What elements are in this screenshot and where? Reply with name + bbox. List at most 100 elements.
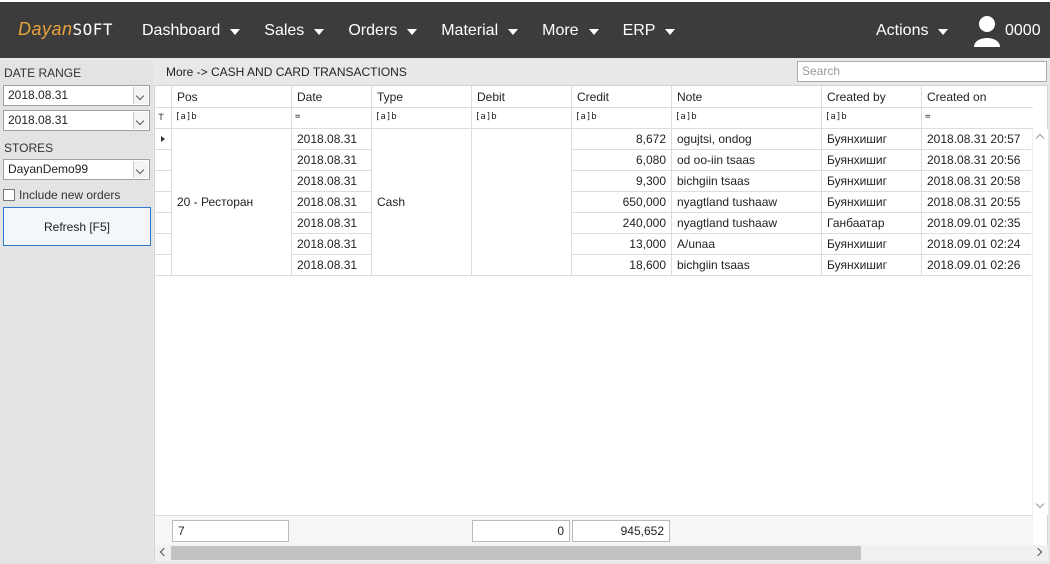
filter-created-by[interactable]: [a]b [821, 108, 921, 129]
row-indicator[interactable] [155, 171, 171, 192]
row-indicator[interactable] [155, 150, 171, 171]
cell-date[interactable]: 2018.08.31 [291, 234, 371, 255]
date-from-value: 2018.08.31 [8, 88, 69, 102]
column-header-type[interactable]: Type [371, 86, 471, 108]
user-menu[interactable]: 0000 [973, 15, 1041, 47]
row-indicator[interactable] [155, 192, 171, 213]
footer-credit-total: 945,652 [572, 520, 670, 542]
cell-credit[interactable]: 650,000 [571, 192, 671, 213]
search-input[interactable]: Search [797, 61, 1047, 82]
cell-note[interactable]: nyagtland tushaaw [671, 192, 821, 213]
column-header-note[interactable]: Note [671, 86, 821, 108]
column-header-debit[interactable]: Debit [471, 86, 571, 108]
filter-note[interactable]: [a]b [671, 108, 821, 129]
footer-debit-total: 0 [472, 520, 570, 542]
cell-credit[interactable]: 9,300 [571, 171, 671, 192]
store-select[interactable]: DayanDemo99 [3, 159, 150, 180]
date-to-select[interactable]: 2018.08.31 [3, 110, 150, 131]
type-cell-merged[interactable]: Cash [371, 129, 471, 276]
filter-icon[interactable]: ⊤ [155, 108, 171, 129]
user-avatar-icon [974, 16, 1000, 47]
refresh-button[interactable]: Refresh [F5] [3, 207, 151, 246]
actions-label: Actions [876, 22, 929, 39]
debit-cell-merged[interactable] [471, 129, 571, 276]
filter-debit[interactable]: [a]b [471, 108, 571, 129]
nav-sales[interactable]: Sales [264, 22, 325, 40]
chevron-down-icon[interactable] [133, 112, 148, 129]
cell-credit[interactable]: 18,600 [571, 255, 671, 276]
cell-created-on[interactable]: 2018.08.31 20:58 [921, 171, 1031, 192]
filter-date[interactable]: = [291, 108, 371, 129]
cell-created-by[interactable]: Ганбаатар [821, 213, 921, 234]
row-indicator[interactable] [155, 213, 171, 234]
filter-created-on[interactable]: = [921, 108, 1031, 129]
row-indicator[interactable] [155, 234, 171, 255]
vertical-scrollbar[interactable] [1032, 129, 1048, 515]
cell-date[interactable]: 2018.08.31 [291, 129, 371, 150]
logo-text-dayan: Dayan [18, 19, 73, 39]
cell-credit[interactable]: 8,672 [571, 129, 671, 150]
filter-panel: DATE RANGE 2018.08.31 2018.08.31 STORES … [0, 60, 153, 564]
row-indicator[interactable] [155, 129, 171, 150]
cell-created-on[interactable]: 2018.08.31 20:56 [921, 150, 1031, 171]
cell-date[interactable]: 2018.08.31 [291, 150, 371, 171]
nav-material[interactable]: Material [441, 22, 519, 40]
cell-note[interactable]: od oo-iin tsaas [671, 150, 821, 171]
column-header-created-by[interactable]: Created by [821, 86, 921, 108]
chevron-down-icon[interactable] [133, 87, 148, 104]
cell-created-on[interactable]: 2018.09.01 02:35 [921, 213, 1031, 234]
cell-note[interactable]: ogujtsi, ondog [671, 129, 821, 150]
cell-created-by[interactable]: Буянхишиг [821, 234, 921, 255]
scroll-up-icon[interactable] [1035, 133, 1045, 143]
cell-created-by[interactable]: Буянхишиг [821, 192, 921, 213]
actions-menu[interactable]: Actions [876, 22, 949, 40]
scroll-down-icon[interactable] [1035, 499, 1045, 509]
cell-date[interactable]: 2018.08.31 [291, 255, 371, 276]
cell-note[interactable]: bichgiin tsaas [671, 255, 821, 276]
nav-erp[interactable]: ERP [623, 22, 676, 40]
date-range-label: DATE RANGE [4, 66, 82, 80]
app-logo[interactable]: DayanSOFT [18, 19, 113, 40]
nav-material-label: Material [441, 22, 499, 39]
column-header-date[interactable]: Date [291, 86, 371, 108]
include-new-orders-label: Include new orders [19, 188, 121, 202]
cell-created-on[interactable]: 2018.09.01 02:24 [921, 234, 1031, 255]
cell-date[interactable]: 2018.08.31 [291, 213, 371, 234]
date-from-select[interactable]: 2018.08.31 [3, 85, 150, 106]
checkbox-box[interactable] [3, 189, 15, 201]
pos-cell-merged[interactable]: 20 - Ресторан [171, 129, 291, 276]
cell-credit[interactable]: 6,080 [571, 150, 671, 171]
column-header-pos[interactable]: Pos [171, 86, 291, 108]
cell-created-on[interactable]: 2018.09.01 02:26 [921, 255, 1031, 276]
cell-note[interactable]: A/unaa [671, 234, 821, 255]
cell-created-on[interactable]: 2018.08.31 20:57 [921, 129, 1031, 150]
nav-dashboard[interactable]: Dashboard [142, 22, 241, 40]
nav-erp-label: ERP [622, 22, 656, 39]
filter-credit[interactable]: [a]b [571, 108, 671, 129]
scrollbar-thumb[interactable] [171, 546, 861, 560]
cell-created-by[interactable]: Буянхишиг [821, 129, 921, 150]
cell-created-by[interactable]: Буянхишиг [821, 255, 921, 276]
scroll-right-icon[interactable] [1033, 547, 1043, 557]
cell-created-by[interactable]: Буянхишиг [821, 150, 921, 171]
caret-down-icon [588, 29, 599, 35]
horizontal-scrollbar[interactable] [155, 545, 1048, 561]
cell-note[interactable]: bichgiin tsaas [671, 171, 821, 192]
cell-date[interactable]: 2018.08.31 [291, 192, 371, 213]
row-indicator[interactable] [155, 255, 171, 276]
cell-created-on[interactable]: 2018.08.31 20:55 [921, 192, 1031, 213]
column-header-credit[interactable]: Credit [571, 86, 671, 108]
chevron-down-icon[interactable] [133, 161, 148, 178]
nav-more[interactable]: More [542, 22, 599, 40]
column-header-created-on[interactable]: Created on [921, 86, 1031, 108]
filter-type[interactable]: [a]b [371, 108, 471, 129]
cell-credit[interactable]: 13,000 [571, 234, 671, 255]
filter-pos[interactable]: [a]b [171, 108, 291, 129]
cell-date[interactable]: 2018.08.31 [291, 171, 371, 192]
nav-orders[interactable]: Orders [348, 22, 418, 40]
scroll-left-icon[interactable] [159, 547, 169, 557]
cell-created-by[interactable]: Буянхишиг [821, 171, 921, 192]
cell-note[interactable]: nyagtland tushaaw [671, 213, 821, 234]
include-new-orders-checkbox[interactable]: Include new orders [3, 188, 120, 202]
cell-credit[interactable]: 240,000 [571, 213, 671, 234]
